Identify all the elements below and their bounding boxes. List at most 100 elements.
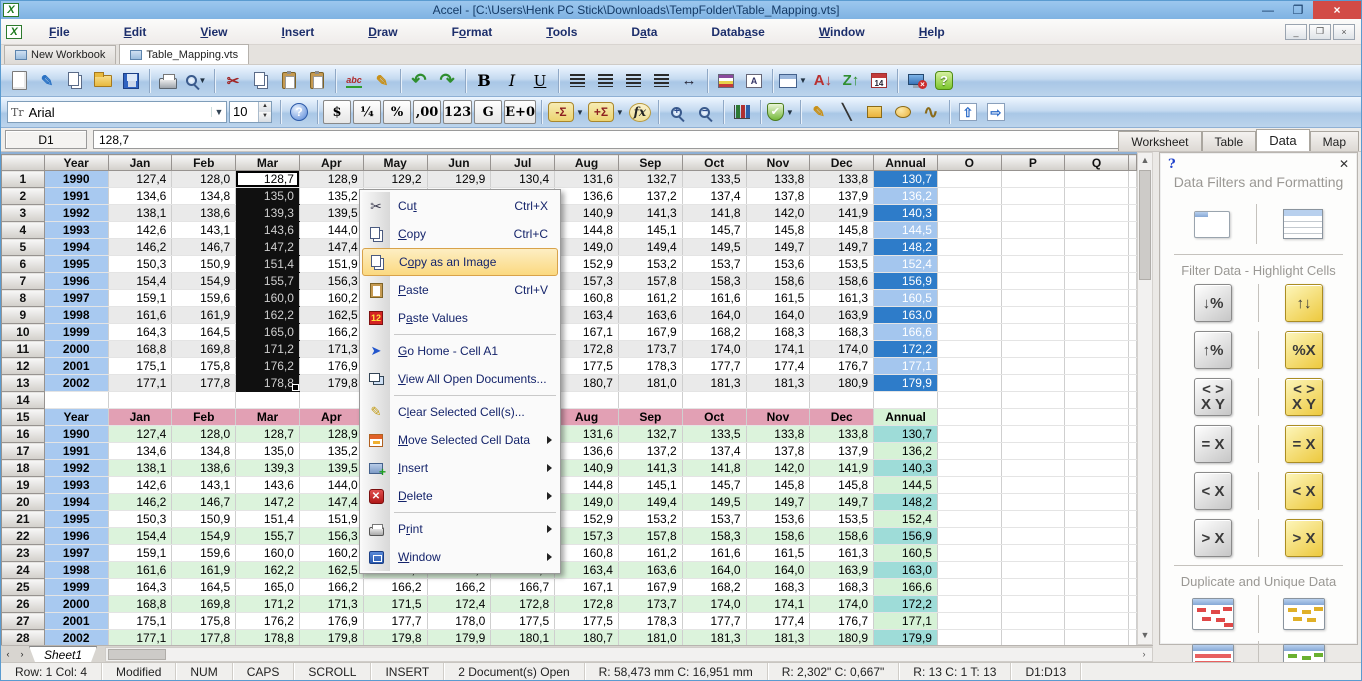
cell[interactable]: 136,2 (874, 443, 938, 460)
cell[interactable]: 179,9 (874, 375, 938, 392)
menu-data[interactable]: Data (604, 19, 684, 45)
cell[interactable]: 135,2 (299, 443, 363, 460)
cell[interactable]: 163,4 (555, 562, 619, 579)
cell[interactable]: 180,7 (555, 375, 619, 392)
cell[interactable]: 181,3 (746, 630, 810, 646)
sheet-tab[interactable]: Sheet1 (29, 646, 97, 662)
cell[interactable]: 133,5 (682, 426, 746, 443)
cell[interactable] (1065, 273, 1129, 290)
cell[interactable] (1001, 205, 1065, 222)
cell[interactable]: 127,4 (108, 171, 172, 188)
cell[interactable]: 165,0 (236, 324, 300, 341)
cell[interactable] (1001, 392, 1065, 409)
percent-format-button[interactable]: % (383, 100, 411, 124)
column-header-jun[interactable]: Jun (427, 155, 491, 171)
cell[interactable]: 1996 (44, 273, 108, 290)
cell[interactable]: Dec (810, 409, 874, 426)
cell[interactable]: 145,1 (618, 477, 682, 494)
menu-draw[interactable]: Draw (341, 19, 424, 45)
doc-close-button[interactable]: × (1333, 24, 1355, 40)
cell[interactable]: 177,8 (172, 630, 236, 646)
cell[interactable] (1065, 426, 1129, 443)
cut-button[interactable]: ✂ (220, 68, 246, 94)
cell[interactable]: 1997 (44, 290, 108, 307)
highlight-less-button[interactable]: < X (1285, 472, 1323, 510)
cell[interactable]: 141,8 (682, 205, 746, 222)
cell[interactable] (937, 562, 1001, 579)
cell[interactable]: 1990 (44, 171, 108, 188)
cell[interactable]: 161,3 (810, 290, 874, 307)
highlight-duplicates-color-button[interactable] (1283, 598, 1325, 630)
cell[interactable] (937, 443, 1001, 460)
cell[interactable]: 138,1 (108, 460, 172, 477)
cell[interactable]: 164,0 (682, 562, 746, 579)
draw-ellipse-button[interactable] (890, 99, 916, 125)
cell[interactable] (1065, 545, 1129, 562)
cell[interactable] (937, 596, 1001, 613)
cell[interactable]: 167,1 (555, 324, 619, 341)
column-header-annual[interactable]: Annual (874, 155, 938, 171)
cell[interactable] (937, 392, 1001, 409)
cell[interactable]: 156,9 (874, 528, 938, 545)
highlight-greater-button[interactable]: > X (1285, 519, 1323, 557)
cell[interactable]: 161,9 (172, 562, 236, 579)
cell[interactable]: 151,9 (299, 511, 363, 528)
cell[interactable] (937, 426, 1001, 443)
cell[interactable]: 180,7 (555, 630, 619, 646)
cell[interactable]: 160,5 (874, 545, 938, 562)
draw-line-button[interactable]: ╲ (834, 99, 860, 125)
cell[interactable]: 139,5 (299, 205, 363, 222)
row-header-12[interactable]: 12 (2, 358, 45, 375)
save-button[interactable] (118, 68, 144, 94)
cell[interactable]: 153,2 (618, 256, 682, 273)
cell[interactable]: 166,7 (491, 579, 555, 596)
cell[interactable]: 131,6 (555, 171, 619, 188)
column-header-jul[interactable]: Jul (491, 155, 555, 171)
cell[interactable]: 163,6 (618, 562, 682, 579)
cell[interactable]: 130,7 (874, 171, 938, 188)
cell[interactable]: 135,2 (299, 188, 363, 205)
sheet-prev-icon[interactable]: ‹ (1, 647, 15, 662)
cell[interactable]: 162,5 (299, 307, 363, 324)
restore-button[interactable]: ❐ (1283, 1, 1313, 19)
cell[interactable]: 174,0 (682, 596, 746, 613)
cell[interactable]: Oct (682, 409, 746, 426)
cell[interactable]: 143,6 (236, 222, 300, 239)
cell[interactable]: 177,4 (746, 358, 810, 375)
cell[interactable] (937, 630, 1001, 646)
cell[interactable]: 169,8 (172, 596, 236, 613)
zoom-out-button[interactable]: − (692, 99, 718, 125)
format-cells-button[interactable]: A (741, 68, 767, 94)
cell[interactable] (1128, 171, 1136, 188)
row-header-6[interactable]: 6 (2, 256, 45, 273)
cell[interactable] (1065, 324, 1129, 341)
cell[interactable]: 150,3 (108, 256, 172, 273)
cell[interactable]: 160,0 (236, 545, 300, 562)
cell[interactable]: 175,8 (172, 358, 236, 375)
cell[interactable]: 153,5 (810, 256, 874, 273)
help-button[interactable]: ? (931, 68, 957, 94)
cell[interactable]: 181,0 (618, 375, 682, 392)
cell[interactable]: 139,5 (299, 460, 363, 477)
column-header-aug[interactable]: Aug (555, 155, 619, 171)
row-header-5[interactable]: 5 (2, 239, 45, 256)
row-header-25[interactable]: 25 (2, 579, 45, 596)
cell[interactable]: 128,9 (299, 171, 363, 188)
cell[interactable]: 144,5 (874, 222, 938, 239)
cell[interactable]: 158,6 (746, 273, 810, 290)
cell[interactable] (1001, 511, 1065, 528)
cell[interactable] (1001, 579, 1065, 596)
cell[interactable]: 149,4 (618, 239, 682, 256)
cell[interactable]: 171,5 (363, 596, 427, 613)
cell[interactable] (1128, 494, 1136, 511)
cell[interactable]: 1994 (44, 239, 108, 256)
cell[interactable]: 152,4 (874, 511, 938, 528)
cell[interactable]: 1998 (44, 307, 108, 324)
cell[interactable] (682, 392, 746, 409)
cell[interactable] (937, 256, 1001, 273)
menu-edit[interactable]: Edit (97, 19, 174, 45)
print-preview-button[interactable]: ▼ (183, 68, 209, 94)
cell[interactable]: 137,2 (618, 188, 682, 205)
cell[interactable]: 181,3 (682, 630, 746, 646)
cell[interactable]: 177,5 (555, 358, 619, 375)
